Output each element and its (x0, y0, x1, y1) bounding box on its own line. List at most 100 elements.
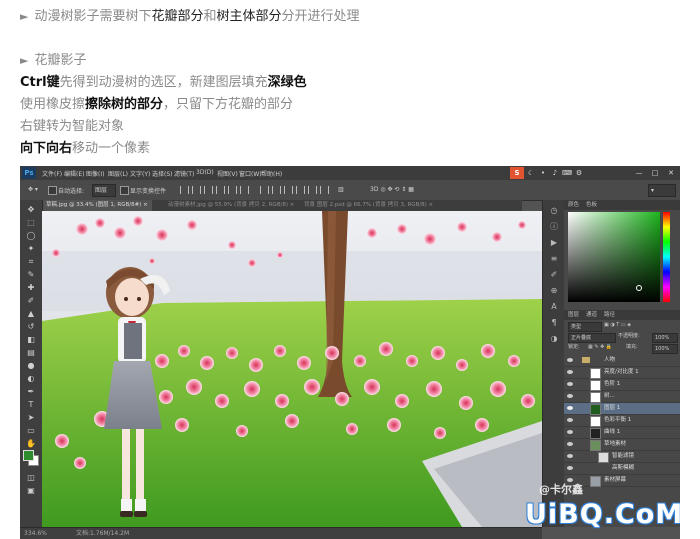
magic-wand-icon[interactable]: ✦ (24, 243, 38, 254)
canvas[interactable] (42, 211, 542, 527)
info-panel-icon[interactable]: ⓘ (548, 222, 560, 232)
visibility-eye-icon[interactable] (567, 465, 573, 471)
layer-row-selected[interactable]: 图层 1 (564, 403, 680, 415)
paragraph-panel-icon[interactable]: ¶ (548, 318, 560, 328)
color-picker-field[interactable] (568, 212, 660, 302)
menu-type[interactable]: 文字(Y) (130, 169, 150, 178)
tab-document-1[interactable]: 草稿.jpg @ 33.4% (图层 1, RGB/8#) × (42, 200, 152, 211)
tray-moon-icon[interactable]: ☾ (526, 167, 536, 179)
visibility-eye-icon[interactable] (567, 429, 573, 435)
fill-input[interactable]: 100% (652, 344, 678, 354)
layer-row[interactable]: 智能滤镜 (564, 451, 680, 463)
align-left-icon[interactable] (216, 186, 225, 194)
menu-file[interactable]: 文件(F) (42, 169, 62, 178)
layer-row[interactable]: 色彩平衡 1 (564, 415, 680, 427)
brush-panel-icon[interactable]: ✐ (548, 270, 560, 280)
adjustments-panel-icon[interactable]: ◑ (548, 334, 560, 344)
tab-channels[interactable]: 通道 (586, 310, 597, 320)
menu-edit[interactable]: 编辑(E) (64, 169, 84, 178)
tab-document-2[interactable]: 动漫树素材.jpg @ 55.9% (背景 拷贝 2, RGB/8) × (168, 200, 294, 211)
visibility-eye-icon[interactable] (567, 381, 573, 387)
path-select-icon[interactable]: ➤ (24, 412, 38, 423)
input-method-icon[interactable]: S (510, 167, 524, 179)
tab-document-3[interactable]: 背景 图层 2.psd @ 66.7% (背景 拷贝 3, RGB/8) × (304, 200, 433, 211)
tab-layers[interactable]: 图层 (568, 310, 579, 320)
layer-row[interactable]: 高斯模糊 (564, 463, 680, 475)
align-vcenter-icon[interactable] (192, 186, 201, 194)
distribute-bottom-icon[interactable] (284, 186, 293, 194)
marquee-icon[interactable]: ⬚ (24, 217, 38, 228)
brush-icon[interactable]: ✐ (24, 295, 38, 306)
align-right-icon[interactable] (240, 186, 249, 194)
layer-row[interactable]: 曲线 1 (564, 427, 680, 439)
menu-3d[interactable]: 3D(D) (196, 169, 214, 176)
blend-mode-dropdown[interactable]: 正片叠底 (568, 333, 616, 343)
clone-source-icon[interactable]: ⊕ (548, 286, 560, 296)
hue-slider[interactable] (663, 212, 670, 302)
lock-icons[interactable]: ▦ ✎ ✥ 🔒 (588, 343, 612, 352)
close-icon[interactable]: ✕ (664, 167, 678, 179)
auto-align-icon[interactable]: ▥ (338, 186, 344, 193)
visibility-eye-icon[interactable] (567, 441, 573, 447)
transform-checkbox[interactable] (120, 186, 129, 195)
visibility-eye-icon[interactable] (567, 369, 573, 375)
gradient-icon[interactable]: ▤ (24, 347, 38, 358)
blur-icon[interactable]: ● (24, 360, 38, 371)
menu-window[interactable]: 窗口(W) (239, 169, 262, 178)
maximize-icon[interactable]: □ (648, 167, 662, 179)
move-tool-icon[interactable]: ✥ ▾ (28, 186, 38, 193)
visibility-eye-icon[interactable] (567, 453, 573, 459)
opacity-input[interactable]: 100% (652, 333, 678, 343)
type-icon[interactable]: T (24, 399, 38, 410)
dodge-icon[interactable]: ◐ (24, 373, 38, 384)
distribute-hcenter-icon[interactable] (308, 186, 317, 194)
menu-view[interactable]: 视图(V) (217, 169, 238, 178)
distribute-left-icon[interactable] (296, 186, 305, 194)
healing-icon[interactable]: ✚ (24, 282, 38, 293)
tray-keyboard-icon[interactable]: ⌨ (562, 167, 572, 179)
hand-icon[interactable]: ✋ (24, 438, 38, 449)
tab-color[interactable]: 颜色 (568, 200, 579, 210)
align-bottom-icon[interactable] (204, 186, 213, 194)
workspace-dropdown[interactable]: ▾ (648, 184, 676, 197)
menu-help[interactable]: 帮助(H) (261, 169, 282, 178)
tray-settings-icon[interactable]: ⚙ (574, 167, 584, 179)
lasso-icon[interactable]: ◯ (24, 230, 38, 241)
layer-filter-icons[interactable]: ▣ ◑ T ▭ ◈ (604, 321, 631, 330)
menu-image[interactable]: 图像(I) (86, 169, 104, 178)
visibility-eye-icon[interactable] (567, 417, 573, 423)
visibility-eye-icon[interactable] (567, 393, 573, 399)
layer-row[interactable]: 人物 (564, 355, 680, 367)
distribute-right-icon[interactable] (320, 186, 329, 194)
distribute-top-icon[interactable] (260, 186, 269, 194)
tab-paths[interactable]: 路径 (604, 310, 615, 320)
screen-mode-icon[interactable]: ▣ (24, 485, 38, 496)
character-panel-icon[interactable]: A (548, 302, 560, 312)
eyedropper-icon[interactable]: ✎ (24, 269, 38, 280)
3d-mode-icons[interactable]: 3D ◎ ✥ ⟲ ⇕ ▦ (370, 186, 414, 193)
minimize-icon[interactable]: — (632, 167, 646, 179)
menu-select[interactable]: 选择(S) (152, 169, 173, 178)
layer-row[interactable]: 亮度/对比度 1 (564, 367, 680, 379)
stamp-icon[interactable]: ▲ (24, 308, 38, 319)
tab-swatches[interactable]: 色板 (586, 200, 597, 210)
menu-layer[interactable]: 图层(L) (108, 169, 128, 178)
visibility-eye-icon[interactable] (567, 405, 573, 411)
tray-mic-icon[interactable]: ♪ (550, 167, 560, 179)
align-hcenter-icon[interactable] (228, 186, 237, 194)
actions-panel-icon[interactable]: ▶ (548, 238, 560, 248)
pen-icon[interactable]: ✒ (24, 386, 38, 397)
crop-icon[interactable]: ⌗ (24, 256, 38, 267)
visibility-eye-icon[interactable] (567, 357, 573, 363)
layer-row[interactable]: 草地素材 (564, 439, 680, 451)
history-brush-icon[interactable]: ↺ (24, 321, 38, 332)
layer-kind-filter[interactable]: 类型 (568, 322, 602, 332)
properties-panel-icon[interactable]: ≡ (548, 254, 560, 264)
move-icon[interactable]: ✥ (24, 204, 38, 215)
shape-icon[interactable]: ▭ (24, 425, 38, 436)
eraser-icon[interactable]: ◧ (24, 334, 38, 345)
auto-select-dropdown[interactable]: 图层 (92, 184, 116, 197)
tray-dot-icon[interactable]: • (538, 167, 548, 179)
align-top-icon[interactable] (180, 186, 189, 194)
menu-filter[interactable]: 滤镜(T) (174, 169, 194, 178)
